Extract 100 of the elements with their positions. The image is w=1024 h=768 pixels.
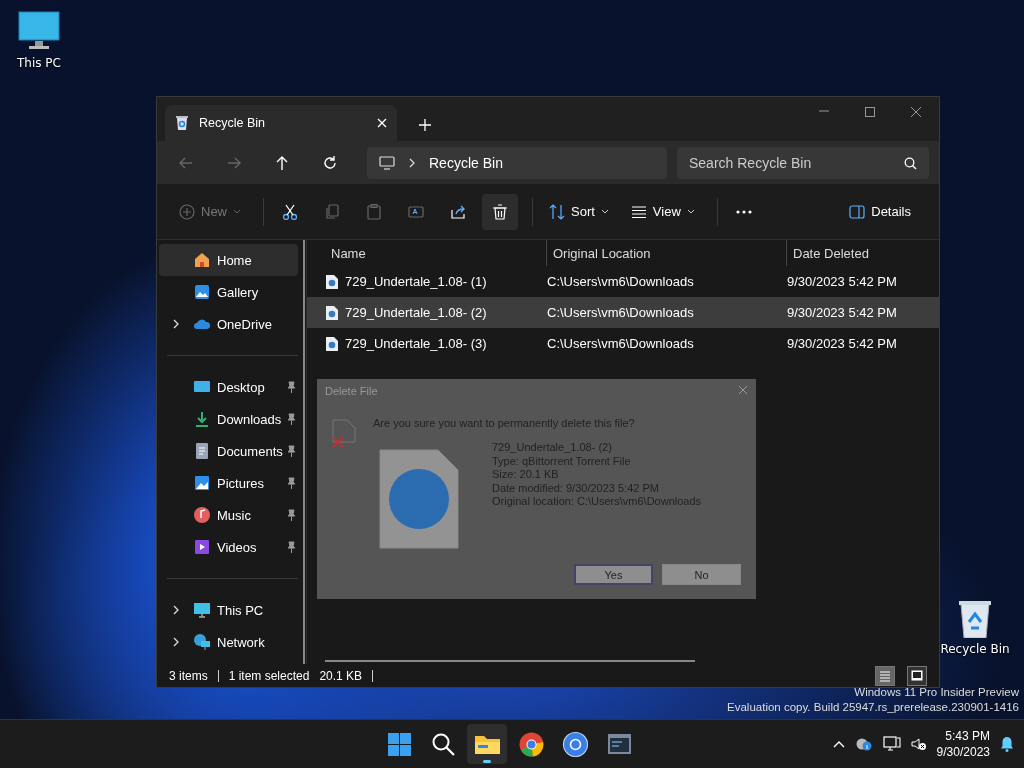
refresh-icon[interactable] — [322, 154, 338, 171]
monitor-icon — [17, 10, 61, 52]
cloud-info-icon[interactable] — [854, 737, 873, 751]
film-icon — [193, 538, 211, 556]
sidebar-item[interactable]: Gallery — [159, 276, 298, 308]
view-button[interactable]: View — [622, 193, 703, 230]
recycle-bin-icon — [175, 115, 189, 131]
file-name: 729_Undertale_1.08- (1) — [345, 274, 487, 289]
pin-icon — [286, 445, 296, 457]
pin-icon — [286, 477, 296, 489]
trash-button[interactable] — [482, 193, 518, 230]
list-lines-icon — [879, 669, 891, 682]
share-icon — [450, 203, 466, 220]
file-row[interactable]: 729_Undertale_1.08- (1) C:\Users\vm6\Downloads 9/30/2023 5:42 PM — [307, 266, 939, 297]
caret-icon — [686, 209, 695, 214]
tiles-view-button[interactable] — [907, 665, 927, 686]
status-text: 1 item selected — [228, 668, 310, 683]
file-row[interactable]: 729_Undertale_1.08- (2) C:\Users\vm6\Downloads 9/30/2023 5:42 PM — [307, 297, 939, 328]
watermark-text: Evaluation copy. Build 25947.rs_prerelease.230901-1416 — [727, 700, 1019, 715]
bell-icon[interactable] — [1000, 736, 1014, 752]
details-view-button[interactable] — [875, 665, 895, 686]
document-icon — [193, 442, 211, 460]
table-cell-text: C:\Users\vm6\Downloads — [546, 274, 695, 289]
clock[interactable]: 5:43 PM 9/30/2023 — [936, 728, 990, 760]
column-header[interactable]: Date Deleted — [787, 240, 869, 266]
sidebar-item[interactable]: Music — [159, 499, 298, 531]
window-icon — [911, 669, 923, 682]
search-field[interactable]: Search Recycle Bin — [677, 146, 929, 179]
scrollbar[interactable] — [303, 240, 305, 664]
up-arrow-icon[interactable] — [274, 154, 290, 171]
plus-circle-icon — [179, 203, 195, 220]
column-header[interactable]: Name — [331, 240, 547, 266]
chevron-right-icon[interactable] — [173, 637, 179, 647]
picture-icon — [193, 283, 211, 301]
picture-icon — [193, 474, 211, 492]
table-cell-text: 9/30/2023 5:42 PM — [786, 336, 897, 351]
sort-button[interactable]: Sort — [541, 193, 617, 230]
chevron-right-icon[interactable] — [173, 319, 179, 329]
plus-icon[interactable] — [419, 119, 431, 131]
file-icon — [325, 273, 339, 290]
caret-icon — [600, 209, 609, 214]
more-dots-icon — [735, 209, 752, 214]
status-text: 20.1 KB — [319, 668, 363, 683]
windows-logo-icon[interactable] — [385, 730, 413, 758]
music-note-icon — [193, 506, 211, 524]
window-tab[interactable]: Recycle Bin — [165, 105, 397, 141]
pin-icon — [286, 541, 296, 553]
chevron-right-icon — [409, 157, 415, 168]
globe-monitor-icon — [193, 633, 211, 651]
pin-icon — [286, 381, 296, 393]
table-cell-text: 9/30/2023 5:42 PM — [786, 305, 897, 320]
sidebar-item[interactable]: Network — [159, 626, 298, 658]
sidebar-item[interactable]: Downloads — [159, 403, 298, 435]
caret-icon — [233, 209, 241, 214]
table-cell-text: C:\Users\vm6\Downloads — [546, 305, 695, 320]
download-arrow-icon — [193, 410, 211, 428]
column-header[interactable]: Original Location — [547, 240, 787, 266]
desktop-icon-label[interactable]: Recycle Bin — [940, 642, 1010, 656]
trash-icon — [492, 203, 508, 220]
file-row[interactable]: 729_Undertale_1.08- (3) C:\Users\vm6\Downloads 9/30/2023 5:42 PM — [307, 328, 939, 359]
sidebar-item[interactable]: Desktop — [159, 371, 298, 403]
details-button[interactable]: Details — [841, 193, 919, 230]
house-icon — [193, 251, 211, 269]
file-name: 729_Undertale_1.08- (3) — [345, 336, 487, 351]
sidebar-item[interactable]: Documents — [159, 435, 298, 467]
file-name: 729_Undertale_1.08- (2) — [345, 305, 487, 320]
file-icon — [325, 335, 339, 352]
monitor-icon — [379, 155, 395, 170]
network-monitor-icon[interactable] — [882, 736, 901, 752]
sidebar-item[interactable]: This PC — [159, 594, 298, 626]
sidebar-item[interactable]: Videos — [159, 531, 298, 563]
file-icon — [325, 304, 339, 321]
sidebar-item[interactable]: OneDrive — [159, 308, 298, 340]
pin-icon — [286, 509, 296, 521]
table-cell-text: C:\Users\vm6\Downloads — [546, 336, 695, 351]
sort-arrows-icon — [549, 203, 565, 220]
chevron-up-icon[interactable] — [832, 740, 845, 748]
maximize-icon[interactable] — [864, 106, 876, 118]
table-cell-text: 9/30/2023 5:42 PM — [786, 274, 897, 289]
desktop-icon-label[interactable]: This PC — [17, 56, 61, 70]
scrollbar[interactable] — [325, 660, 695, 662]
list-lines-icon — [630, 203, 647, 220]
speaker-muted-icon[interactable] — [910, 737, 927, 751]
search-icon — [904, 156, 917, 170]
dialog-button[interactable]: No — [662, 564, 741, 585]
address-bar[interactable]: Recycle Bin — [367, 146, 667, 179]
watermark-text: Windows 11 Pro Insider Preview — [853, 685, 1019, 700]
dialog-button[interactable]: Yes — [574, 564, 653, 585]
close-icon[interactable] — [910, 106, 922, 118]
sidebar-item[interactable]: Pictures — [159, 467, 298, 499]
browser-logo-icon[interactable] — [517, 730, 545, 758]
clipboard-icon — [366, 203, 382, 220]
dialog-title: Delete File — [325, 385, 378, 397]
status-text: 3 items — [169, 668, 208, 683]
details-pane-icon — [849, 203, 866, 220]
monitor-icon — [193, 601, 211, 619]
copy-icon — [324, 203, 340, 220]
pin-icon — [286, 413, 296, 425]
sidebar-item[interactable]: Home — [159, 244, 298, 276]
chevron-right-icon[interactable] — [173, 605, 179, 615]
